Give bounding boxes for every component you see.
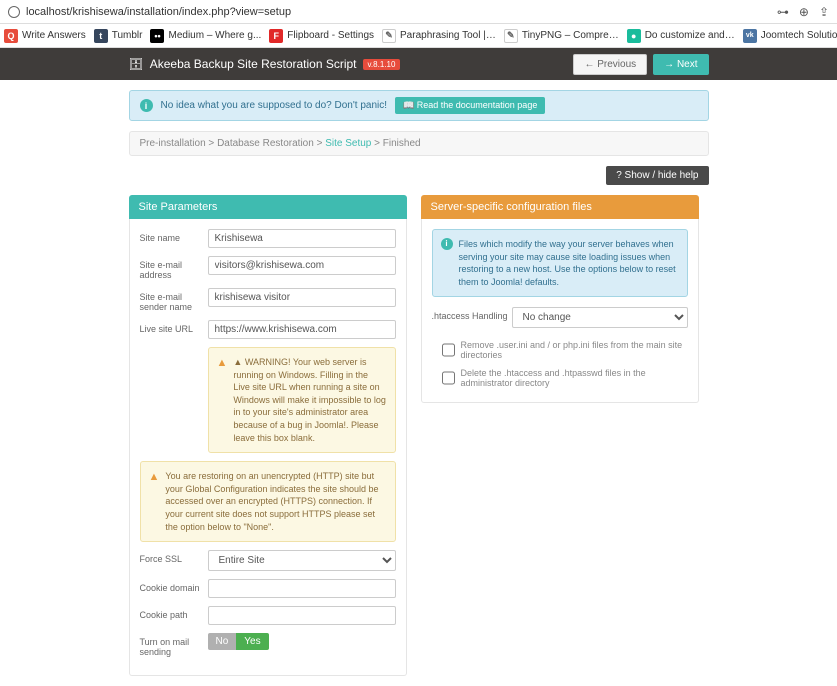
browser-url-bar: localhost/krishisewa/installation/index.… bbox=[0, 0, 837, 24]
site-email-input[interactable] bbox=[208, 256, 396, 275]
info-alert: i No idea what you are supposed to do? D… bbox=[129, 90, 709, 121]
cookie-path-label: Cookie path bbox=[140, 606, 208, 620]
warning-icon: ▲ bbox=[149, 470, 160, 533]
delete-htaccess-label: Delete the .htaccess and .htpasswd files… bbox=[461, 368, 688, 388]
sender-name-input[interactable] bbox=[208, 288, 396, 307]
windows-warning: ▲ ▲ WARNING! Your web server is running … bbox=[208, 347, 396, 453]
bookmark-item[interactable]: vkJoomtech Solutions bbox=[743, 29, 837, 43]
warning-icon: ▲ bbox=[217, 356, 228, 444]
key-icon[interactable]: ⊶ bbox=[777, 5, 789, 19]
cookie-path-input[interactable] bbox=[208, 606, 396, 625]
mail-no-button[interactable]: No bbox=[208, 633, 237, 650]
url-text[interactable]: localhost/krishisewa/installation/index.… bbox=[26, 6, 767, 18]
bookmark-item[interactable]: FFlipboard - Settings bbox=[269, 29, 374, 43]
site-name-label: Site name bbox=[140, 229, 208, 243]
bookmark-item[interactable]: ●Do customize and… bbox=[627, 29, 735, 43]
next-button[interactable]: → Next bbox=[653, 54, 708, 75]
delete-htaccess-checkbox[interactable] bbox=[442, 368, 455, 388]
app-header: 🗄 Akeeba Backup Site Restoration Script … bbox=[0, 48, 837, 80]
htaccess-select[interactable]: No change bbox=[512, 307, 688, 328]
breadcrumb: Pre-installation > Database Restoration … bbox=[129, 131, 709, 156]
force-ssl-select[interactable]: Entire Site bbox=[208, 550, 396, 571]
breadcrumb-step[interactable]: Database Restoration bbox=[217, 138, 314, 149]
https-warning: ▲ You are restoring on an unencrypted (H… bbox=[140, 461, 396, 542]
site-email-label: Site e-mail address bbox=[140, 256, 208, 280]
info-text: No idea what you are supposed to do? Don… bbox=[161, 100, 388, 111]
info-icon: i bbox=[441, 238, 453, 250]
bookmark-item[interactable]: ✎TinyPNG – Compre… bbox=[504, 29, 619, 43]
mail-toggle: No Yes bbox=[208, 633, 396, 650]
breadcrumb-step[interactable]: Finished bbox=[383, 138, 421, 149]
info-icon: i bbox=[140, 99, 153, 112]
site-parameters-panel: Site Parameters Site name Site e-mail ad… bbox=[129, 195, 407, 676]
bookmark-item[interactable]: ••Medium – Where g... bbox=[150, 29, 261, 43]
live-url-input[interactable] bbox=[208, 320, 396, 339]
read-docs-button[interactable]: 📖 Read the documentation page bbox=[395, 97, 545, 114]
htaccess-label: .htaccess Handling bbox=[432, 307, 512, 321]
bookmark-item[interactable]: ✎Paraphrasing Tool |… bbox=[382, 29, 496, 43]
remove-userini-checkbox[interactable] bbox=[442, 340, 455, 360]
share-icon[interactable]: ⇪ bbox=[819, 5, 829, 19]
force-ssl-label: Force SSL bbox=[140, 550, 208, 564]
panel-title: Server-specific configuration files bbox=[421, 195, 699, 219]
panel-title: Site Parameters bbox=[129, 195, 407, 219]
remove-userini-label: Remove .user.ini and / or php.ini files … bbox=[461, 340, 688, 360]
breadcrumb-step-current[interactable]: Site Setup bbox=[325, 138, 371, 149]
server-config-info: i Files which modify the way your server… bbox=[432, 229, 688, 297]
bookmark-item[interactable]: QWrite Answers bbox=[4, 29, 86, 43]
search-icon[interactable]: ⊕ bbox=[799, 5, 809, 19]
sender-name-label: Site e-mail sender name bbox=[140, 288, 208, 312]
mail-yes-button[interactable]: Yes bbox=[236, 633, 268, 650]
toggle-help-button[interactable]: ? Show / hide help bbox=[606, 166, 708, 185]
cookie-domain-input[interactable] bbox=[208, 579, 396, 598]
cookie-domain-label: Cookie domain bbox=[140, 579, 208, 593]
live-url-label: Live site URL bbox=[140, 320, 208, 334]
previous-button[interactable]: ← Previous bbox=[573, 54, 647, 75]
version-badge: v.8.1.10 bbox=[363, 59, 401, 70]
breadcrumb-step[interactable]: Pre-installation bbox=[140, 138, 206, 149]
mail-label: Turn on mail sending bbox=[140, 633, 208, 657]
archive-icon: 🗄 bbox=[129, 57, 144, 71]
bookmarks-bar: QWrite Answers tTumblr ••Medium – Where … bbox=[0, 24, 837, 48]
server-config-panel: Server-specific configuration files i Fi… bbox=[421, 195, 699, 403]
bookmark-item[interactable]: tTumblr bbox=[94, 29, 143, 43]
globe-icon bbox=[8, 6, 20, 18]
app-title: 🗄 Akeeba Backup Site Restoration Script … bbox=[129, 57, 401, 71]
site-name-input[interactable] bbox=[208, 229, 396, 248]
